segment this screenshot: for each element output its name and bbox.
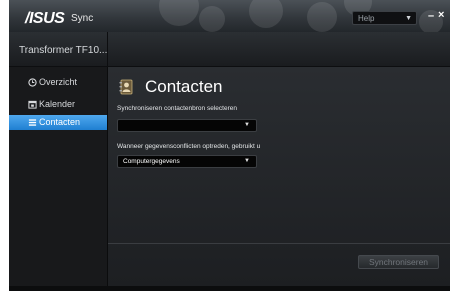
sync-button[interactable]: Synchroniseren (358, 255, 439, 269)
minimize-button[interactable]: – (428, 10, 434, 22)
decor-bubble (249, 0, 283, 28)
decor-bubble (199, 6, 225, 32)
help-label: Help (358, 14, 375, 23)
close-button[interactable]: × (438, 9, 444, 21)
divider (107, 32, 108, 66)
asus-logo: /ISUS (25, 10, 65, 27)
sidebar-item-label: Overzicht (39, 77, 78, 87)
app-window: /ISUS Sync Help ▼ – × Transformer TF10..… (9, 0, 450, 291)
chevron-down-icon: ▼ (244, 122, 250, 128)
sidebar-item-kalender[interactable]: Kalender (9, 97, 107, 112)
sidebar-item-label: Contacten (39, 117, 81, 127)
clock-icon (27, 75, 37, 92)
help-dropdown[interactable]: Help ▼ (352, 11, 417, 25)
list-icon (27, 115, 37, 132)
conflict-label: Wanneer gegevensconflicten optreden, geb… (117, 143, 261, 150)
calendar-icon (27, 97, 37, 114)
contact-source-dropdown[interactable]: ▼ (117, 119, 257, 132)
decor-bubble (159, 0, 199, 26)
page-title: Contacten (145, 77, 223, 96)
sidebar-item-label: Kalender (39, 99, 76, 109)
divider (108, 243, 450, 244)
app-name: Sync (71, 13, 94, 24)
sidebar: Overzicht Kalender Contacten (9, 67, 113, 286)
bottom-border (9, 286, 450, 291)
contacts-icon (118, 78, 136, 96)
sidebar-item-overzicht[interactable]: Overzicht (9, 75, 107, 90)
device-bar: Transformer TF10... (9, 32, 450, 67)
conflict-resolution-dropdown[interactable]: Computergegevens ▼ (117, 155, 257, 168)
main-panel: Contacten Synchroniseren contactenbron s… (108, 67, 450, 286)
chevron-down-icon: ▼ (405, 15, 412, 22)
chevron-down-icon: ▼ (244, 158, 250, 164)
conflict-resolution-value: Computergegevens (123, 158, 180, 165)
sidebar-item-contacten[interactable]: Contacten (9, 115, 113, 132)
source-label: Synchroniseren contactenbron selecteren (117, 105, 237, 112)
decor-bubble (307, 2, 337, 32)
device-name: Transformer TF10... (19, 45, 108, 56)
title-bar: /ISUS Sync Help ▼ – × (9, 0, 450, 32)
